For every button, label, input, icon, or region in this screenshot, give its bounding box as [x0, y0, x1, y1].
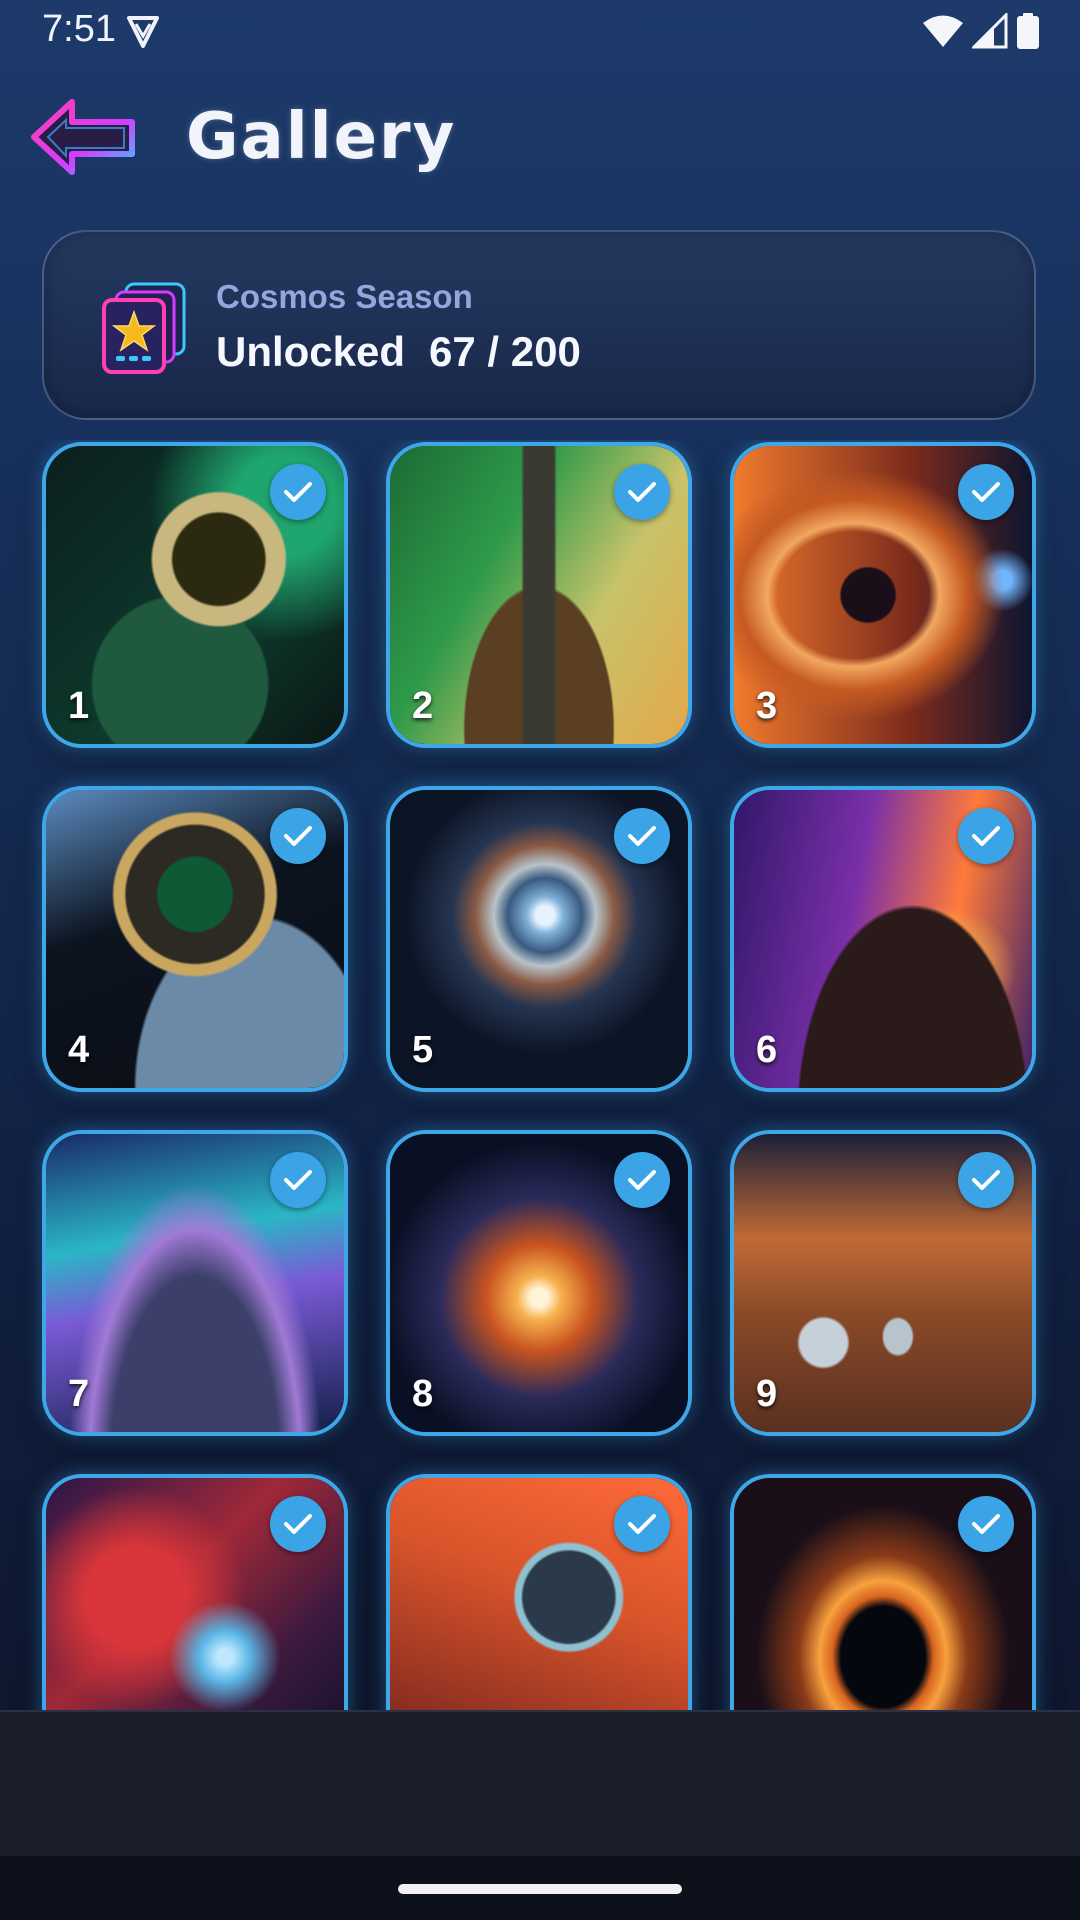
tile-number: 7 — [68, 1373, 90, 1415]
unlock-progress: Unlocked 67 / 200 — [216, 328, 581, 376]
tile-number: 1 — [68, 685, 90, 727]
gallery-grid: 123456789101112 — [0, 440, 1080, 1710]
wifi-icon — [923, 15, 963, 47]
checkmark-icon — [614, 1152, 670, 1208]
checkmark-icon — [270, 808, 326, 864]
checkmark-icon — [958, 808, 1014, 864]
page-title: Gallery — [186, 100, 457, 174]
checkmark-icon — [614, 808, 670, 864]
gallery-tile[interactable]: 12 — [730, 1474, 1036, 1710]
bottom-panel — [0, 1710, 1080, 1858]
checkmark-icon — [958, 464, 1014, 520]
gallery-tile[interactable]: 10 — [42, 1474, 348, 1710]
checkmark-icon — [614, 464, 670, 520]
checkmark-icon — [958, 1496, 1014, 1552]
checkmark-icon — [270, 464, 326, 520]
gallery-tile[interactable]: 4 — [42, 786, 348, 1092]
tile-number: 2 — [412, 685, 434, 727]
gallery-tile[interactable]: 6 — [730, 786, 1036, 1092]
tile-number: 8 — [412, 1373, 434, 1415]
status-icons — [922, 12, 1040, 50]
tile-number: 6 — [756, 1029, 778, 1071]
status-bar: 7:51 — [0, 0, 1080, 64]
tile-number: 5 — [412, 1029, 434, 1071]
shield-v-icon — [127, 16, 159, 48]
gallery-tile[interactable]: 9 — [730, 1130, 1036, 1436]
checkmark-icon — [270, 1152, 326, 1208]
checkmark-icon — [614, 1496, 670, 1552]
season-name: Cosmos Season — [216, 278, 473, 315]
gallery-tile[interactable]: 7 — [42, 1130, 348, 1436]
gallery-tile[interactable]: 2 — [386, 442, 692, 748]
gallery-screen: 7:51 Gallery Cosmos Season Unlocked 67 /… — [0, 0, 1080, 1920]
battery-icon — [1017, 13, 1039, 49]
gallery-tile[interactable]: 5 — [386, 786, 692, 1092]
gallery-tile[interactable]: 8 — [386, 1130, 692, 1436]
tile-number: 4 — [68, 1029, 90, 1071]
status-time: 7:51 — [42, 8, 116, 50]
tile-number: 9 — [756, 1373, 778, 1415]
tile-number: 3 — [756, 685, 778, 727]
card-stack-star-icon — [102, 282, 186, 374]
home-indicator[interactable] — [398, 1884, 682, 1894]
back-arrow-icon[interactable] — [28, 96, 140, 178]
checkmark-icon — [270, 1496, 326, 1552]
gallery-tile[interactable]: 1 — [42, 442, 348, 748]
cell-signal-icon — [972, 13, 1008, 49]
season-card: Cosmos Season Unlocked 67 / 200 — [42, 230, 1036, 420]
unlocked-count: 67 / 200 — [429, 328, 581, 375]
checkmark-icon — [958, 1152, 1014, 1208]
gallery-tile[interactable]: 11 — [386, 1474, 692, 1710]
gallery-tile[interactable]: 3 — [730, 442, 1036, 748]
unlocked-label: Unlocked — [216, 328, 406, 375]
